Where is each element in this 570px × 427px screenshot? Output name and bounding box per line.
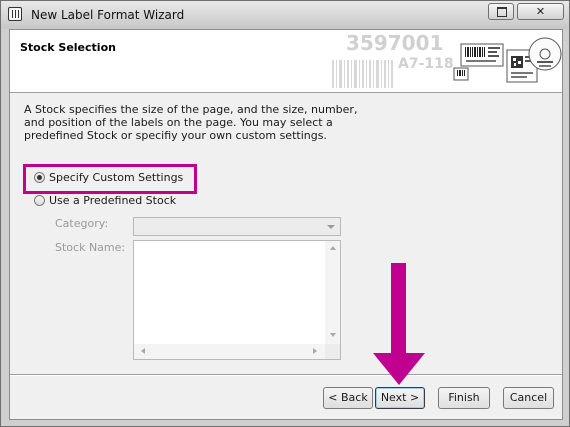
callout-arrow-shaft xyxy=(391,263,406,354)
close-button[interactable]: ✕ xyxy=(517,3,564,20)
scroll-right-icon[interactable] xyxy=(313,348,317,354)
back-button[interactable]: < Back xyxy=(323,387,373,409)
highlight-box xyxy=(23,164,197,194)
wizard-page: Stock Selection 3597001 A7-118 A Stock s… xyxy=(9,29,563,420)
finish-button[interactable]: Finish xyxy=(438,387,490,409)
stock-name-label: Stock Name: xyxy=(55,241,126,254)
chevron-down-icon xyxy=(327,225,335,229)
intro-text: A Stock specifies the size of the page, … xyxy=(24,103,358,142)
callout-arrow-down-icon xyxy=(373,353,425,385)
close-icon: ✕ xyxy=(535,5,546,18)
wizard-header: Stock Selection 3597001 A7-118 xyxy=(10,30,562,93)
scroll-down-icon[interactable] xyxy=(330,333,336,337)
page-title: Stock Selection xyxy=(20,41,116,54)
footer-separator xyxy=(10,374,562,376)
vertical-scrollbar[interactable] xyxy=(325,241,340,344)
radio-use-predefined-stock[interactable]: Use a Predefined Stock xyxy=(34,193,184,209)
category-label: Category: xyxy=(55,217,109,230)
stock-name-list[interactable] xyxy=(133,240,341,360)
scroll-left-icon[interactable] xyxy=(141,348,145,354)
title-bar[interactable]: New Label Format Wizard ✕ xyxy=(1,1,569,29)
radio-label-predefined: Use a Predefined Stock xyxy=(49,194,177,207)
scroll-up-icon[interactable] xyxy=(330,246,336,250)
window-title: New Label Format Wizard xyxy=(31,8,185,22)
app-icon xyxy=(8,7,22,21)
label-illustration-icon xyxy=(332,37,562,88)
category-dropdown[interactable] xyxy=(133,217,341,236)
scrollbar-corner xyxy=(325,344,340,359)
cancel-button[interactable]: Cancel xyxy=(503,387,554,409)
restore-button[interactable] xyxy=(488,3,514,20)
radio-button-unselected[interactable] xyxy=(34,195,45,206)
wizard-window: New Label Format Wizard ✕ Stock Selectio… xyxy=(0,0,570,427)
horizontal-scrollbar[interactable] xyxy=(134,344,325,359)
next-button[interactable]: Next > xyxy=(375,387,425,409)
header-banner-image: 3597001 A7-118 xyxy=(332,30,562,92)
